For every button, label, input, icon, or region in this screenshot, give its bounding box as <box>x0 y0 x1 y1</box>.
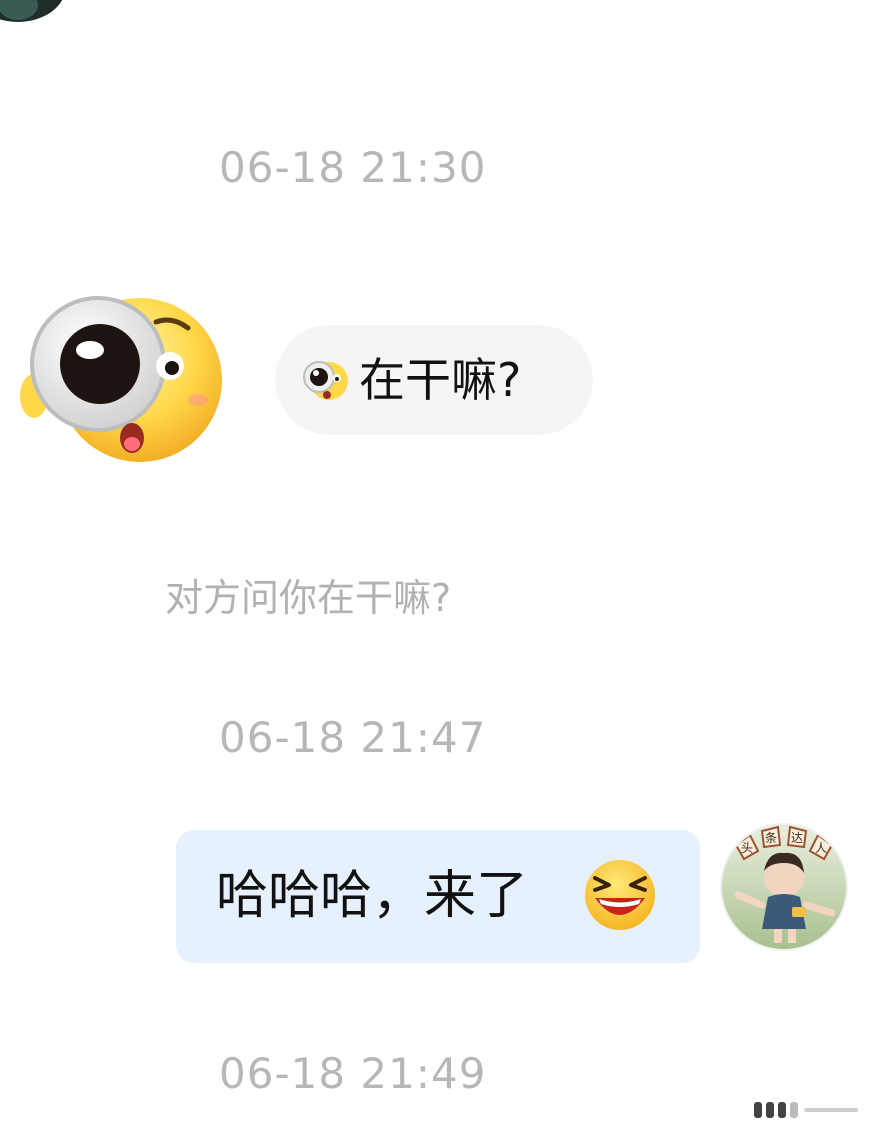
partial-avatar[interactable] <box>0 0 66 22</box>
outgoing-message-bubble[interactable]: 哈哈哈，来了 <box>176 830 700 963</box>
timestamp: 06-18 21:49 <box>219 1049 487 1098</box>
peeking-eye-sticker-icon[interactable] <box>20 292 222 468</box>
outgoing-message-text: 哈哈哈，来了 <box>216 866 529 926</box>
chat-screen: 06-18 21:30 在干嘛? 对方问你在干嘛? 06-18 21:47 哈哈… <box>0 0 881 1139</box>
watermark-icon <box>754 1102 858 1118</box>
timestamp: 06-18 21:30 <box>219 143 487 192</box>
incoming-message-bubble[interactable]: 在干嘛? <box>275 325 593 435</box>
badge-char: 头 <box>741 841 753 855</box>
timestamp: 06-18 21:47 <box>219 713 487 762</box>
laughing-emoji-icon <box>585 860 655 930</box>
badge-char: 人 <box>815 841 827 855</box>
badge-char: 条 <box>765 831 777 845</box>
system-notice: 对方问你在干嘛? <box>165 576 452 620</box>
user-avatar[interactable]: 头 条 达 人 <box>722 825 846 949</box>
peeking-eye-emoji-icon <box>303 361 348 400</box>
incoming-message-text: 在干嘛? <box>359 353 522 407</box>
badge-char: 达 <box>791 831 803 845</box>
